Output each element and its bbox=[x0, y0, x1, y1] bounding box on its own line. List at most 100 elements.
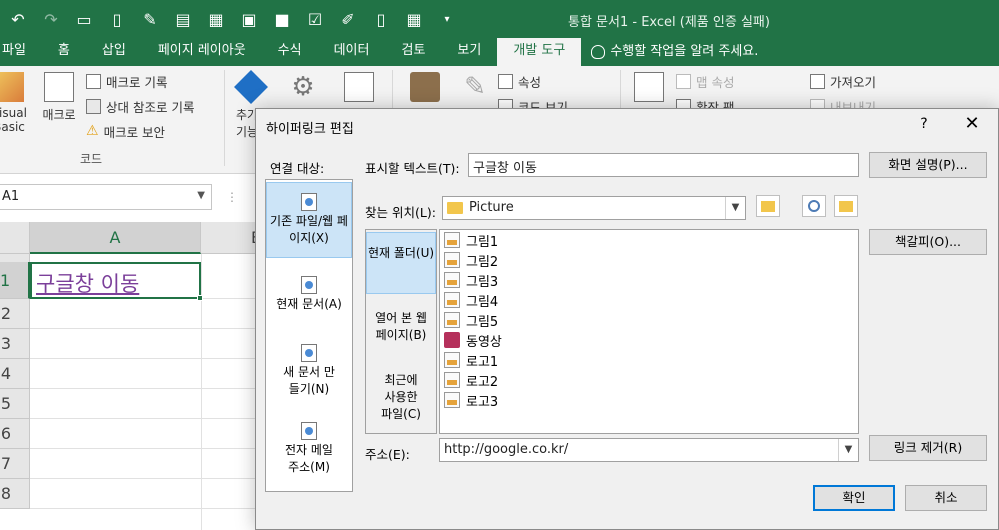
macros-button[interactable]: 매크로 bbox=[36, 72, 82, 123]
cancel-button[interactable]: 취소 bbox=[905, 485, 987, 511]
link-to-existing-file-label: 기존 파일/웹 페이지(X) bbox=[270, 214, 348, 245]
record-macro-label: 매크로 기록 bbox=[106, 74, 168, 90]
grid-icon[interactable]: ▦ bbox=[402, 7, 426, 31]
design-mode-button[interactable]: ✎ bbox=[452, 72, 498, 106]
tab-current-folder[interactable]: 현재 폴더(U) bbox=[366, 232, 436, 294]
tab-file[interactable]: 파일 bbox=[0, 38, 42, 66]
row-header-3[interactable]: 3 bbox=[0, 329, 30, 359]
fill-handle[interactable] bbox=[197, 295, 203, 301]
link-to-place-in-document[interactable]: 현재 문서(A) bbox=[266, 276, 352, 336]
tab-recent-files[interactable]: 최근에 사용한 파일(C) bbox=[366, 372, 436, 428]
list-item[interactable]: 그림3 bbox=[444, 270, 498, 290]
ok-button[interactable]: 확인 bbox=[813, 485, 895, 511]
row-header-7[interactable]: 7 bbox=[0, 449, 30, 479]
new-document-icon[interactable]: ▯ bbox=[105, 7, 129, 31]
record-macro-button[interactable]: 매크로 기록 bbox=[86, 71, 167, 91]
visual-basic-button[interactable]: Visual Basic bbox=[0, 72, 32, 134]
list-item[interactable]: 동영상 bbox=[444, 330, 502, 350]
clipboard-icon[interactable]: ▯ bbox=[369, 7, 393, 31]
column-header-a[interactable]: A bbox=[30, 222, 201, 254]
save-icon[interactable]: ■ bbox=[270, 7, 294, 31]
customize-toolbar-icon[interactable]: ▾ bbox=[435, 7, 459, 31]
macro-security-button[interactable]: ⚠ 매크로 보안 bbox=[86, 121, 165, 141]
browse-file-button[interactable] bbox=[834, 195, 858, 217]
quick-access-toolbar: ↶ ↷ ▭ ▯ ✎ ▤ ▦ ▣ ■ ☑ ✐ ▯ ▦ ▾ bbox=[0, 0, 468, 38]
row-header-2[interactable]: 2 bbox=[0, 299, 30, 329]
help-icon[interactable]: ? bbox=[914, 116, 934, 132]
chevron-down-icon[interactable]: ▼ bbox=[197, 190, 205, 201]
bookmark-button[interactable]: 책갈피(O)... bbox=[869, 229, 987, 255]
open-folder-icon[interactable]: ▭ bbox=[72, 7, 96, 31]
link-to-email-label: 전자 메일 주소(M) bbox=[285, 443, 333, 474]
com-add-ins-button[interactable] bbox=[336, 72, 382, 106]
jpg-file-icon bbox=[444, 372, 460, 388]
list-item[interactable]: 로고2 bbox=[444, 370, 498, 390]
close-icon[interactable]: ✕ bbox=[960, 113, 984, 134]
screentip-button[interactable]: 화면 설명(P)... bbox=[869, 152, 987, 178]
row-header-8[interactable]: 8 bbox=[0, 479, 30, 509]
browse-side-tabs: 현재 폴더(U) 열어 본 웹 페이지(B) 최근에 사용한 파일(C) bbox=[365, 229, 437, 434]
tab-developer[interactable]: 개발 도구 bbox=[497, 38, 582, 66]
list-item[interactable]: 그림1 bbox=[444, 230, 498, 250]
address-input[interactable]: http://google.co.kr/ ▼ bbox=[439, 438, 859, 462]
relative-references-button[interactable]: 상대 참조로 기록 bbox=[86, 96, 194, 116]
ribbon-tabs: 파일 홈 삽입 페이지 레이아웃 수식 데이터 검토 보기 개발 도구 수행할 … bbox=[0, 38, 999, 66]
excel-add-ins-button[interactable]: ⚙ bbox=[280, 72, 326, 106]
row-header-6[interactable]: 6 bbox=[0, 419, 30, 449]
redo-icon[interactable]: ↷ bbox=[39, 7, 63, 31]
browse-search-button[interactable] bbox=[802, 195, 826, 217]
cell-a1[interactable]: 구글창 이동 bbox=[30, 262, 203, 301]
relative-ref-label: 상대 참조로 기록 bbox=[106, 99, 195, 115]
list-item[interactable]: 그림4 bbox=[444, 290, 498, 310]
address-value: http://google.co.kr/ bbox=[444, 442, 569, 457]
look-in-dropdown[interactable]: Picture ▼ bbox=[442, 196, 746, 220]
tab-home[interactable]: 홈 bbox=[42, 38, 86, 66]
tab-page-layout[interactable]: 페이지 레이아웃 bbox=[142, 38, 262, 66]
link-to-email[interactable]: 전자 메일 주소(M) bbox=[266, 422, 352, 482]
jpg-file-icon bbox=[444, 232, 460, 248]
link-to-existing-file[interactable]: 기존 파일/웹 페이지(X) bbox=[266, 182, 352, 258]
browse-web-button[interactable] bbox=[756, 195, 780, 217]
source-icon bbox=[634, 72, 664, 102]
form-icon[interactable]: ▣ bbox=[237, 7, 261, 31]
insert-controls-button[interactable] bbox=[402, 72, 448, 106]
checklist-icon bbox=[344, 72, 374, 102]
chevron-down-icon[interactable]: ▼ bbox=[725, 197, 745, 219]
name-box[interactable]: A1 ▼ bbox=[0, 184, 212, 210]
tab-view[interactable]: 보기 bbox=[441, 38, 497, 66]
tab-browsed-pages[interactable]: 열어 본 웹 페이지(B) bbox=[366, 310, 436, 350]
row-header-1[interactable]: 1 bbox=[0, 262, 30, 299]
properties-button[interactable]: 속성 bbox=[498, 71, 541, 91]
map-properties-button[interactable]: 맵 속성 bbox=[676, 71, 734, 91]
source-button[interactable] bbox=[626, 72, 672, 106]
select-all-corner[interactable] bbox=[0, 222, 30, 254]
table-icon[interactable]: ▦ bbox=[204, 7, 228, 31]
row-header-4[interactable]: 4 bbox=[0, 359, 30, 389]
display-text-input[interactable]: 구글창 이동 bbox=[468, 153, 859, 177]
check-document-icon[interactable]: ☑ bbox=[303, 7, 327, 31]
tab-data[interactable]: 데이터 bbox=[318, 38, 386, 66]
import-button[interactable]: 가져오기 bbox=[810, 71, 876, 91]
web-folder-icon bbox=[761, 200, 775, 212]
file-list[interactable]: 그림1 그림2 그림3 그림4 그림5 동영상 로고1 로고2 로고3 bbox=[439, 229, 859, 434]
row-header-5[interactable]: 5 bbox=[0, 389, 30, 419]
tab-formulas[interactable]: 수식 bbox=[262, 38, 318, 66]
undo-icon[interactable]: ↶ bbox=[6, 7, 30, 31]
link-to-new-document[interactable]: 새 문서 만들기(N) bbox=[266, 344, 352, 404]
jpg-file-icon bbox=[444, 392, 460, 408]
tab-review[interactable]: 검토 bbox=[385, 38, 441, 66]
edit-document-icon[interactable]: ✐ bbox=[336, 7, 360, 31]
cell-a1-hyperlink[interactable]: 구글창 이동 bbox=[36, 268, 139, 298]
format-painter-icon[interactable]: ✎ bbox=[138, 7, 162, 31]
link-to-label: 연결 대상: bbox=[270, 161, 325, 176]
list-item[interactable]: 로고1 bbox=[444, 350, 498, 370]
chevron-down-icon[interactable]: ▼ bbox=[838, 439, 858, 461]
paste-icon[interactable]: ▤ bbox=[171, 7, 195, 31]
remove-link-button[interactable]: 링크 제거(R) bbox=[869, 435, 987, 461]
list-item[interactable]: 로고3 bbox=[444, 390, 498, 410]
list-item[interactable]: 그림2 bbox=[444, 250, 498, 270]
tab-insert[interactable]: 삽입 bbox=[86, 38, 142, 66]
tell-me-search[interactable]: 수행할 작업을 알려 주세요. bbox=[581, 38, 774, 66]
title-bar: ↶ ↷ ▭ ▯ ✎ ▤ ▦ ▣ ■ ☑ ✐ ▯ ▦ ▾ 통합 문서1 - Exc… bbox=[0, 0, 999, 38]
list-item[interactable]: 그림5 bbox=[444, 310, 498, 330]
